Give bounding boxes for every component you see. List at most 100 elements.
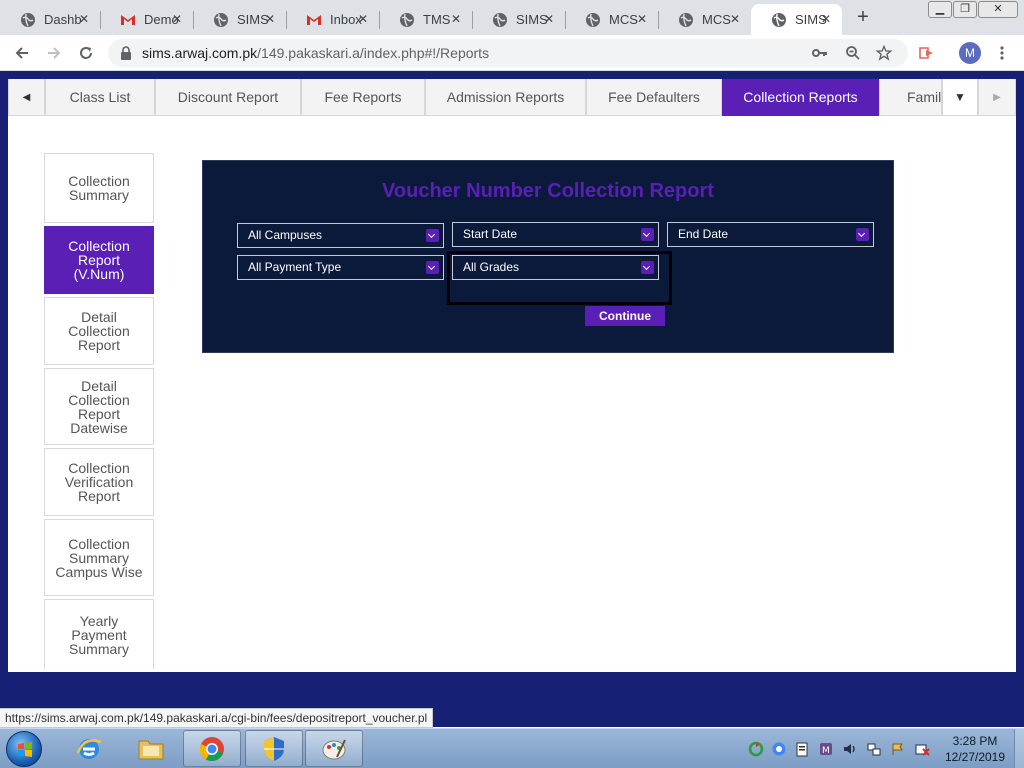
paint-icon xyxy=(322,739,346,759)
start-date-value: Start Date xyxy=(463,227,518,241)
cast-extension-button[interactable] xyxy=(915,41,939,65)
tab-discount-report[interactable]: Discount Report xyxy=(155,79,301,116)
close-icon[interactable]: ✕ xyxy=(727,11,743,27)
browser-tab[interactable]: MCS ✕ xyxy=(565,4,658,35)
gmail-icon xyxy=(306,12,322,28)
caret-down-icon: ▼ xyxy=(954,90,966,104)
taskbar-clock[interactable]: 3:28 PM 12/27/2019 xyxy=(940,733,1010,765)
chevron-right-icon: ▶ xyxy=(993,91,1001,103)
action-center-icon[interactable] xyxy=(890,741,906,757)
globe-icon xyxy=(399,12,415,28)
globe-icon xyxy=(585,12,601,28)
close-icon[interactable]: ✕ xyxy=(541,11,557,27)
key-icon[interactable] xyxy=(812,46,828,60)
sidebar-item-yearly-payment-summary[interactable]: Yearly Payment Summary xyxy=(44,599,154,669)
grades-select[interactable]: All Grades xyxy=(452,255,659,280)
minimize-button[interactable]: ▁ xyxy=(928,1,952,18)
menu-button[interactable] xyxy=(990,41,1014,65)
browser-tab[interactable]: SIMS ✕ xyxy=(193,4,286,35)
tab-fee-reports[interactable]: Fee Reports xyxy=(301,79,425,116)
profile-avatar[interactable]: M xyxy=(959,42,981,64)
url-host: sims.arwaj.com.pk xyxy=(142,45,258,61)
power-icon[interactable] xyxy=(914,741,930,757)
globe-icon xyxy=(678,12,694,28)
close-icon[interactable]: ✕ xyxy=(818,11,834,27)
chevron-down-icon xyxy=(426,261,439,274)
gmail-icon xyxy=(120,12,136,28)
tabs-scroll-right-button[interactable]: ▶ xyxy=(978,79,1016,116)
forward-button[interactable] xyxy=(42,41,66,65)
payment-type-value: All Payment Type xyxy=(248,260,342,274)
tabs-scroll-left-button[interactable]: ◀ xyxy=(8,79,45,116)
clipboard-icon[interactable] xyxy=(794,741,810,757)
reload-icon xyxy=(80,47,92,59)
reload-button[interactable] xyxy=(74,41,98,65)
close-icon[interactable]: ✕ xyxy=(634,11,650,27)
app-tray-icon[interactable]: M xyxy=(818,741,834,757)
network-icon[interactable] xyxy=(866,741,882,757)
lock-icon xyxy=(121,46,131,60)
page-frame: ◀ Class List Discount Report Fee Reports… xyxy=(0,71,1024,727)
browser-tab[interactable]: Demo ✕ xyxy=(100,4,193,35)
volume-icon[interactable] xyxy=(842,741,858,757)
zoom-icon[interactable] xyxy=(845,45,861,61)
sidebar-item-collection-verification-report[interactable]: Collection Verification Report xyxy=(44,448,154,516)
continue-button[interactable]: Continue xyxy=(585,306,665,326)
address-bar[interactable]: sims.arwaj.com.pk/149.pakaskari.a/index.… xyxy=(108,39,908,67)
sidebar-item-detail-collection-report[interactable]: Detail Collection Report xyxy=(44,297,154,365)
taskbar-chrome-button[interactable] xyxy=(183,730,241,767)
browser-tab[interactable]: SIMS ✕ xyxy=(472,4,565,35)
browser-tab[interactable]: Dashb ✕ xyxy=(0,4,100,35)
browser-tab-active[interactable]: SIMS ✕ xyxy=(751,4,842,35)
star-icon[interactable] xyxy=(876,45,892,61)
payment-type-select[interactable]: All Payment Type xyxy=(237,255,444,280)
new-tab-button[interactable]: + xyxy=(852,6,874,28)
taskbar-ie-button[interactable] xyxy=(60,730,118,767)
taskbar-paint-button[interactable] xyxy=(305,730,363,767)
tab-fee-defaulters[interactable]: Fee Defaulters xyxy=(586,79,722,116)
sidebar-item-detail-collection-report-datewise[interactable]: Detail Collection Report Datewise xyxy=(44,368,154,445)
extension-icon xyxy=(919,47,933,59)
network-sync-icon[interactable] xyxy=(748,741,764,757)
sidebar-item-collection-report-vnum[interactable]: Collection Report (V.Num) xyxy=(44,226,154,294)
tab-class-list[interactable]: Class List xyxy=(45,79,155,116)
url-path: /149.pakaskari.a/index.php#!/Reports xyxy=(257,45,490,61)
close-icon[interactable]: ✕ xyxy=(76,11,92,27)
chevron-down-icon xyxy=(856,228,869,241)
url-text: sims.arwaj.com.pk/149.pakaskari.a/index.… xyxy=(142,45,489,61)
close-icon[interactable]: ✕ xyxy=(169,11,185,27)
status-bar-url: https://sims.arwaj.com.pk/149.pakaskari.… xyxy=(0,708,434,728)
tab-collection-reports[interactable]: Collection Reports xyxy=(722,79,879,116)
internet-explorer-icon xyxy=(76,738,102,759)
chevron-down-icon xyxy=(641,228,654,241)
sidebar-item-collection-summary-campus-wise[interactable]: Collection Summary Campus Wise xyxy=(44,519,154,596)
folder-icon xyxy=(138,740,164,759)
globe-icon xyxy=(213,12,229,28)
show-desktop-button[interactable] xyxy=(1014,729,1024,768)
campus-select[interactable]: All Campuses xyxy=(237,223,444,248)
close-window-button[interactable]: ✕ xyxy=(978,1,1018,18)
close-icon[interactable]: ✕ xyxy=(262,11,278,27)
svg-text:M: M xyxy=(822,746,830,756)
taskbar-security-button[interactable] xyxy=(245,730,303,767)
arrow-left-icon xyxy=(15,47,28,59)
taskbar-explorer-button[interactable] xyxy=(122,730,180,767)
end-date-select[interactable]: End Date xyxy=(667,222,874,247)
chrome-tray-icon[interactable] xyxy=(771,741,787,757)
start-date-select[interactable]: Start Date xyxy=(452,222,659,247)
maximize-button[interactable]: ❐ xyxy=(953,1,977,18)
close-icon[interactable]: ✕ xyxy=(448,11,464,27)
close-icon[interactable]: ✕ xyxy=(355,11,371,27)
start-button[interactable] xyxy=(6,731,42,767)
browser-tab[interactable]: TMS ✕ xyxy=(379,4,472,35)
tab-admission-reports[interactable]: Admission Reports xyxy=(425,79,586,116)
sidebar-item-collection-summary[interactable]: Collection Summary xyxy=(44,153,154,223)
back-button[interactable] xyxy=(10,41,34,65)
tab-family[interactable]: Family xyxy=(879,79,942,116)
browser-tab-strip: Dashb ✕ Demo ✕ SIMS ✕ Inbox ✕ TMS ✕ SIMS… xyxy=(0,0,1024,35)
globe-icon xyxy=(492,12,508,28)
browser-tab[interactable]: Inbox ✕ xyxy=(286,4,379,35)
browser-tab[interactable]: MCS ✕ xyxy=(658,4,751,35)
browser-toolbar: sims.arwaj.com.pk/149.pakaskari.a/index.… xyxy=(0,35,1024,71)
tabs-dropdown-button[interactable]: ▼ xyxy=(942,79,978,116)
